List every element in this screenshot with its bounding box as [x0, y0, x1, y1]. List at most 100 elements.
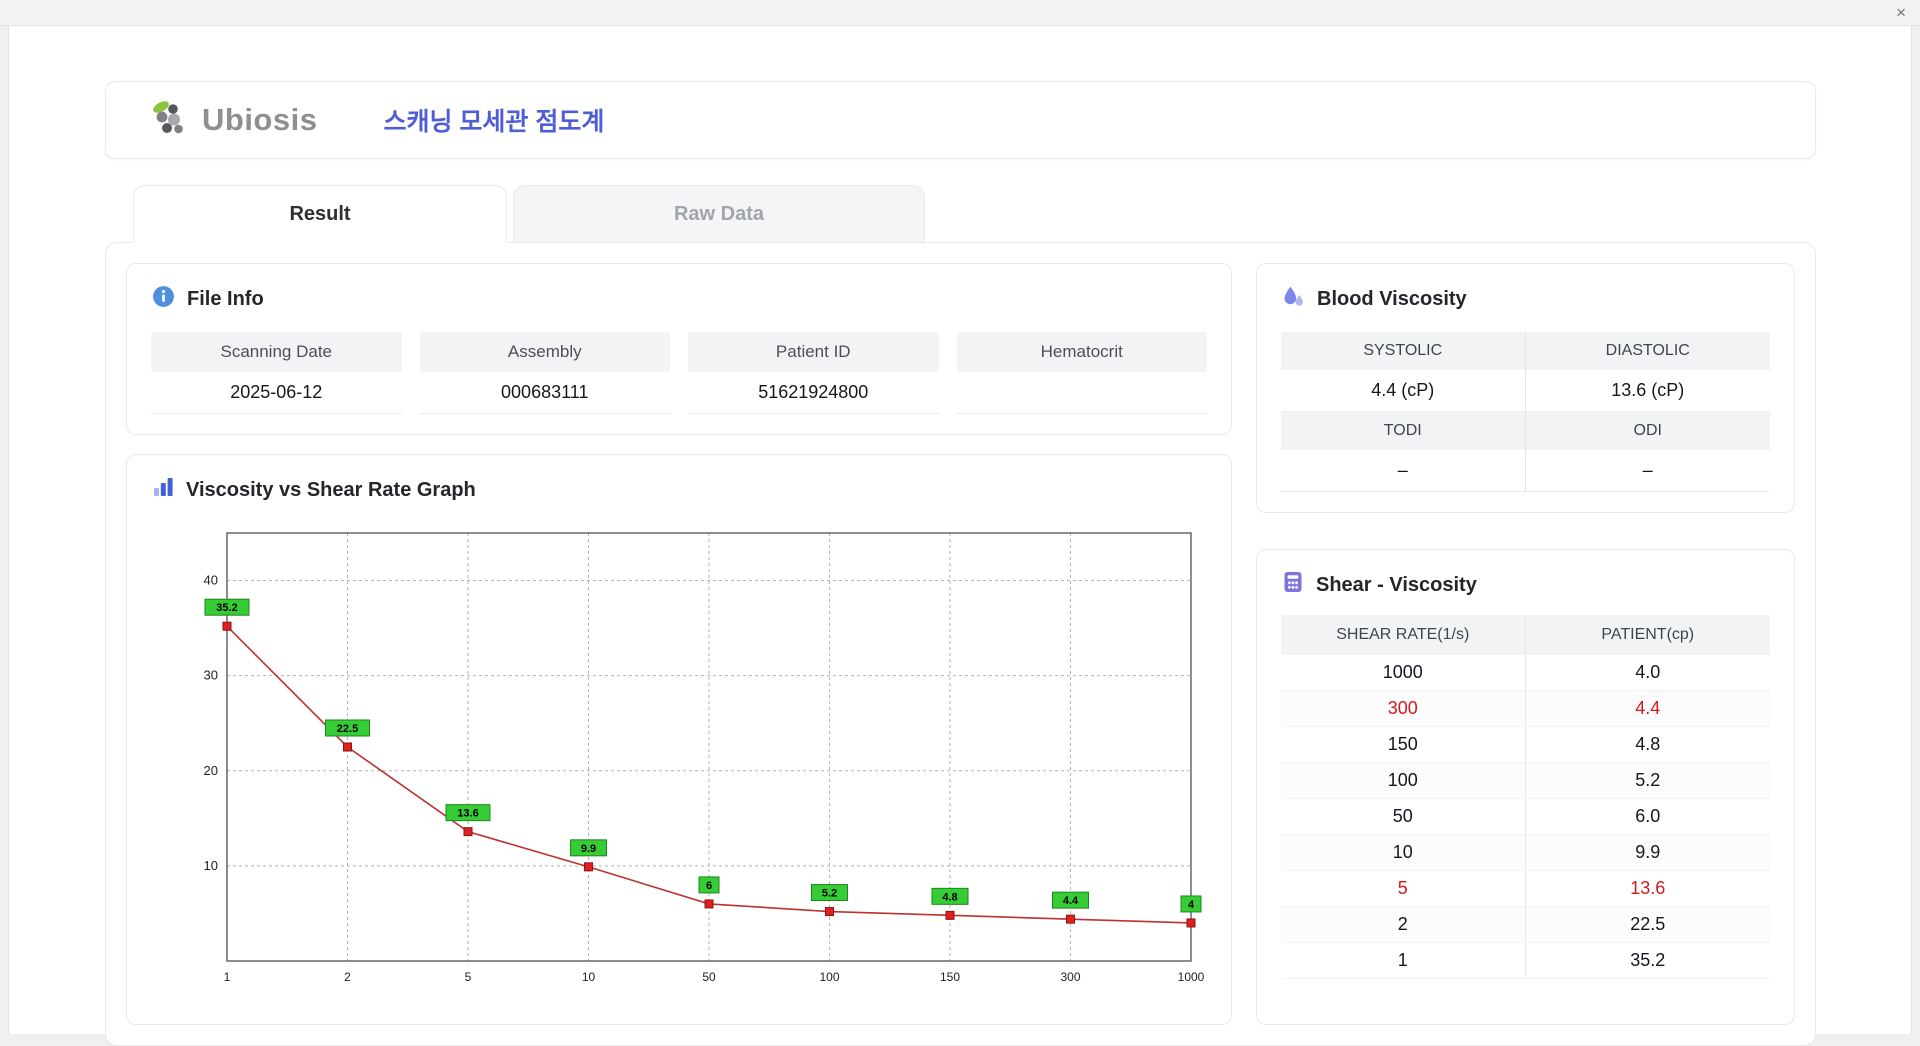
svg-text:4: 4	[1188, 899, 1195, 911]
patient-viscosity-cell: 4.0	[1525, 655, 1770, 691]
graph-title: Viscosity vs Shear Rate Graph	[186, 478, 476, 501]
blood-viscosity-value: 13.6 (cP)	[1525, 370, 1770, 412]
app-header: Ubiosis 스캐닝 모세관 점도계	[105, 81, 1816, 159]
shear-viscosity-row: 300 4.4	[1281, 691, 1770, 727]
field-value	[956, 372, 1207, 414]
shear-rate-cell: 150	[1281, 727, 1526, 763]
patient-viscosity-cell: 35.2	[1525, 943, 1770, 979]
patient-viscosity-cell: 4.4	[1525, 691, 1770, 727]
svg-text:5.2: 5.2	[822, 888, 837, 900]
shear-viscosity-row: 10 9.9	[1281, 835, 1770, 871]
shear-viscosity-title-row: Shear - Viscosity	[1281, 570, 1770, 600]
field-label: Assembly	[419, 332, 670, 372]
shear-viscosity-row: 1000 4.0	[1281, 655, 1770, 691]
brand-name: Ubiosis	[202, 102, 318, 137]
shear-rate-cell: 300	[1281, 691, 1526, 727]
svg-text:9.9: 9.9	[581, 843, 596, 855]
svg-text:4.8: 4.8	[942, 891, 957, 903]
svg-text:150: 150	[940, 970, 960, 984]
close-icon[interactable]: ×	[1896, 3, 1906, 23]
shear-rate-cell: 2	[1281, 907, 1526, 943]
field-value: 000683111	[419, 372, 670, 414]
blood-viscosity-title: Blood Viscosity	[1317, 288, 1467, 310]
tab-raw-data[interactable]: Raw Data	[513, 185, 925, 243]
patient-viscosity-cell: 9.9	[1525, 835, 1770, 871]
file-info-field: Assembly 000683111	[419, 332, 670, 414]
left-column: File Info Scanning Date 2025-06-12 Assembl…	[126, 263, 1232, 1025]
blood-viscosity-grid: SYSTOLIC DIASTOLIC 4.4 (cP) 13.6 (cP) TODI OD…	[1281, 332, 1770, 492]
svg-text:6: 6	[706, 880, 712, 892]
blood-viscosity-label: ODI	[1525, 412, 1770, 450]
field-value: 2025-06-12	[151, 372, 402, 414]
field-value: 51621924800	[688, 372, 939, 414]
shear-viscosity-table-body: 1000 4.0 300 4.4 150 4.8 100 5.2 50 6.0 10 9.9 5 13.6…	[1281, 655, 1770, 979]
chart-area: 10 20 30 40 35.2 1 22.5 2 13.6 5 9.9 10 6 50 5.2 100 4.8…	[151, 517, 1207, 1004]
blood-viscosity-value-row: – –	[1281, 450, 1770, 492]
page: Ubiosis 스캐닝 모세관 점도계 Result Raw Data File…	[9, 26, 1911, 1046]
file-info-title: File Info	[187, 288, 264, 310]
shear-viscosity-title: Shear - Viscosity	[1316, 573, 1477, 596]
graph-title-row: Viscosity vs Shear Rate Graph	[151, 475, 1207, 505]
svg-text:13.6: 13.6	[457, 808, 478, 820]
shear-viscosity-table-header: SHEAR RATE(1/s) PATIENT(cp)	[1281, 615, 1770, 655]
svg-text:4.4: 4.4	[1063, 895, 1079, 907]
shear-rate-cell: 1000	[1281, 655, 1526, 691]
app-window: Ubiosis 스캐닝 모세관 점도계 Result Raw Data File…	[8, 26, 1912, 1046]
blood-viscosity-value: –	[1281, 450, 1526, 492]
svg-text:22.5: 22.5	[337, 723, 358, 735]
blood-viscosity-label: DIASTOLIC	[1525, 332, 1770, 370]
blood-viscosity-value-row: 4.4 (cP) 13.6 (cP)	[1281, 370, 1770, 412]
svg-text:40: 40	[204, 573, 218, 588]
shear-viscosity-row: 150 4.8	[1281, 727, 1770, 763]
patient-viscosity-cell: 4.8	[1525, 727, 1770, 763]
shear-viscosity-row: 100 5.2	[1281, 763, 1770, 799]
file-info-title-row: File Info	[151, 284, 1207, 315]
shear-rate-cell: 5	[1281, 871, 1526, 907]
blood-viscosity-label: TODI	[1281, 412, 1526, 450]
shear-viscosity-table: SHEAR RATE(1/s) PATIENT(cp) 1000 4.0 300 4.…	[1281, 615, 1770, 979]
shear-viscosity-row: 1 35.2	[1281, 943, 1770, 979]
field-label: Hematocrit	[956, 332, 1207, 372]
file-info-field: Scanning Date 2025-06-12	[151, 332, 402, 414]
svg-text:5: 5	[465, 970, 472, 984]
right-column: Blood Viscosity SYSTOLIC DIASTOLIC 4.4 (cP…	[1256, 263, 1795, 1025]
svg-text:20: 20	[204, 763, 218, 778]
file-info-field: Patient ID 51621924800	[688, 332, 939, 414]
shear-viscosity-row: 50 6.0	[1281, 799, 1770, 835]
tab-bar: Result Raw Data	[133, 185, 1816, 243]
result-content: File Info Scanning Date 2025-06-12 Assembl…	[105, 242, 1816, 1046]
bar-chart-icon	[151, 475, 175, 505]
blood-viscosity-label-row: SYSTOLIC DIASTOLIC	[1281, 332, 1770, 370]
svg-text:1000: 1000	[1178, 970, 1205, 984]
patient-viscosity-cell: 13.6	[1525, 871, 1770, 907]
blood-viscosity-label: SYSTOLIC	[1281, 332, 1526, 370]
info-icon	[151, 284, 176, 315]
svg-text:50: 50	[702, 970, 716, 984]
column-header-patient: PATIENT(cp)	[1601, 626, 1695, 643]
svg-text:1: 1	[224, 970, 231, 984]
patient-viscosity-cell: 6.0	[1525, 799, 1770, 835]
app-title: 스캐닝 모세관 점도계	[383, 108, 605, 136]
shear-rate-cell: 10	[1281, 835, 1526, 871]
shear-rate-cell: 1	[1281, 943, 1526, 979]
ubiosis-logo-icon	[148, 97, 194, 144]
svg-text:30: 30	[204, 668, 218, 683]
file-info-field: Hematocrit	[956, 332, 1207, 414]
svg-text:300: 300	[1060, 970, 1080, 984]
blood-viscosity-value: –	[1525, 450, 1770, 492]
tab-result[interactable]: Result	[133, 185, 507, 243]
svg-text:2: 2	[344, 970, 351, 984]
patient-viscosity-cell: 22.5	[1525, 907, 1770, 943]
svg-text:35.2: 35.2	[216, 602, 237, 614]
svg-text:10: 10	[582, 970, 596, 984]
graph-panel: Viscosity vs Shear Rate Graph 10 20 30 40 35…	[126, 454, 1232, 1025]
shear-viscosity-row: 5 13.6	[1281, 871, 1770, 907]
field-label: Patient ID	[688, 332, 939, 372]
window-titlebar: ×	[0, 0, 1920, 26]
shear-rate-cell: 50	[1281, 799, 1526, 835]
blood-viscosity-panel: Blood Viscosity SYSTOLIC DIASTOLIC 4.4 (cP…	[1256, 263, 1795, 513]
shear-viscosity-row: 2 22.5	[1281, 907, 1770, 943]
svg-text:10: 10	[204, 858, 218, 873]
file-info-fields: Scanning Date 2025-06-12 Assembly 000683111…	[151, 332, 1207, 414]
droplet-icon	[1281, 284, 1306, 315]
